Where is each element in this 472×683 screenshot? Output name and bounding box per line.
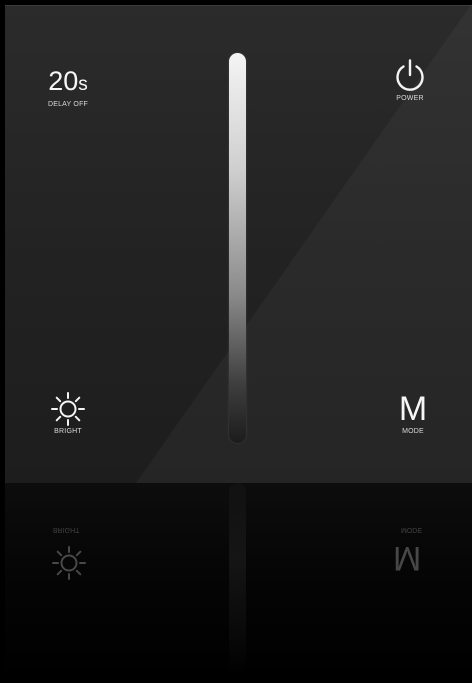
bright-label: BRIGHT (54, 428, 82, 435)
bright-button[interactable]: BRIGHT (44, 391, 92, 435)
mode-letter: M (398, 390, 428, 428)
bright-label-reflection: BRIGHT (53, 526, 80, 533)
power-label: POWER (396, 95, 424, 102)
delay-off-button[interactable]: 20s DELAY OFF (40, 66, 96, 108)
mode-label: MODE (402, 428, 424, 435)
power-icon (396, 59, 424, 91)
mode-letter-reflection: M (393, 539, 422, 577)
mode-button[interactable]: M MODE (390, 391, 436, 435)
mode-label-reflection: MODE (401, 526, 422, 533)
touch-panel-screen: 20s DELAY OFF POWER BRIGHT M MODE BRIGHT… (0, 0, 472, 683)
delay-off-label: DELAY OFF (47, 101, 89, 108)
delay-value: 20s (48, 66, 88, 96)
sun-icon (51, 392, 85, 426)
reflection-content (5, 483, 472, 683)
slider-reflection (229, 483, 246, 673)
panel-reflection (5, 483, 472, 683)
sun-icon-reflection (52, 546, 86, 580)
brightness-slider[interactable] (229, 53, 246, 443)
power-button[interactable]: POWER (383, 58, 437, 102)
